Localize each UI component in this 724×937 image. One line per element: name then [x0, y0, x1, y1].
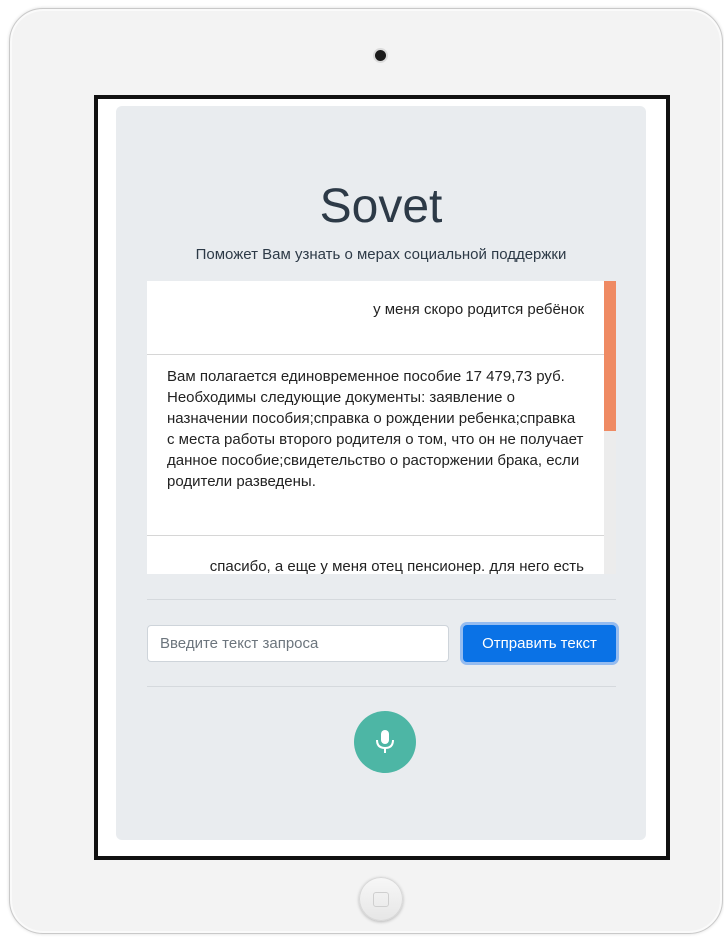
app-title: Sovet: [319, 180, 443, 233]
microphone-button[interactable]: [354, 711, 416, 773]
user-message: у меня скоро родится ребёнок: [147, 281, 604, 355]
divider-top: [147, 599, 616, 600]
microphone-icon: [376, 730, 394, 753]
home-button[interactable]: [359, 877, 403, 921]
query-input[interactable]: [147, 625, 449, 662]
send-text-button[interactable]: Отправить текст: [463, 625, 616, 662]
bot-message: Вам полагается единовременное пособие 17…: [147, 355, 604, 536]
app-card: Sovet Поможет Вам узнать о мерах социаль…: [116, 106, 646, 840]
camera-dot: [375, 50, 386, 61]
chat-window[interactable]: у меня скоро родится ребёнок Вам полагае…: [147, 281, 616, 574]
message-list: у меня скоро родится ребёнок Вам полагае…: [147, 281, 604, 574]
scrollbar-thumb[interactable]: [604, 281, 616, 431]
chat-scrollbar[interactable]: [604, 281, 616, 574]
tablet-screen: Sovet Поможет Вам узнать о мерах социаль…: [94, 95, 670, 860]
tablet-frame: Sovet Поможет Вам узнать о мерах социаль…: [9, 8, 723, 934]
home-square-icon: [373, 892, 389, 907]
divider-bottom: [147, 686, 616, 687]
app-subtitle: Поможет Вам узнать о мерах социальной по…: [195, 246, 567, 263]
user-message: спасибо, а еще у меня отец пенсионер. дл…: [147, 536, 604, 574]
